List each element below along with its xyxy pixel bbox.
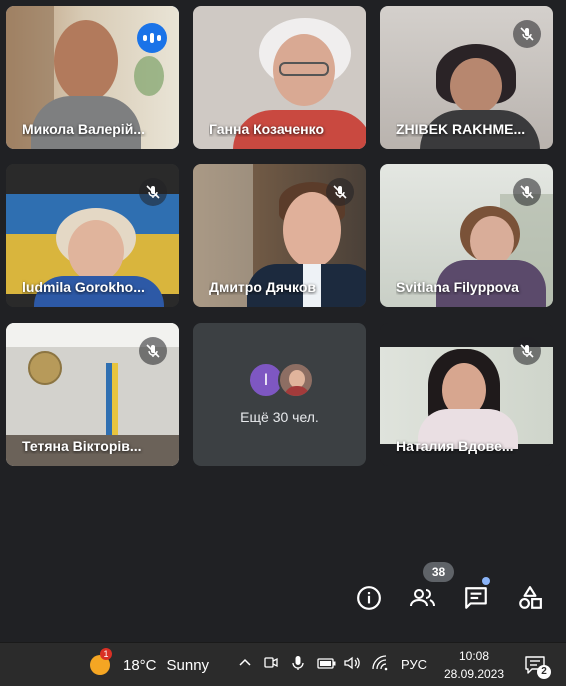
activities-icon [519,586,542,609]
chat-notification-dot [482,577,490,585]
participant-tile-5[interactable]: Дмитро Дячков [193,164,366,307]
info-icon [357,586,381,610]
participant-name: Ганна Козаченко [209,121,324,137]
mic-muted-icon [513,20,541,48]
battery-icon [317,658,336,669]
camera-icon [264,657,278,668]
avatar [278,362,314,398]
time-text: 10:08 [458,649,490,663]
weather-badge: 1 [100,648,112,660]
meeting-details-button[interactable] [351,580,387,616]
speaking-indicator-icon [137,23,167,53]
weather-sun-icon: 1 [88,648,112,677]
participant-name: Дмитро Дячков [209,279,317,295]
participant-tile-7[interactable]: Тетяна Вікторів... [6,323,179,466]
more-participants-label: Ещё 30 чел. [240,409,319,425]
microphone-icon [292,656,304,670]
clock[interactable]: 10:08 28.09.2023 [440,647,508,683]
mic-muted-icon [139,178,167,206]
chevron-up-icon [239,658,251,666]
volume-tray-button[interactable] [343,655,361,671]
speaker-icon [344,656,360,670]
mic-muted-icon [139,337,167,365]
date-text: 28.09.2023 [443,667,505,681]
network-tray-button[interactable] [371,655,389,671]
microphone-tray-button[interactable] [291,655,305,671]
chat-button[interactable] [458,580,494,616]
language-indicator[interactable]: РУС [401,657,427,672]
meeting-grid: Микола Валерій... Ганна Козаченко ZHIBEK… [0,0,566,642]
weather-widget[interactable]: 1 18°C Sunny [88,648,210,677]
notifications-button[interactable]: 2 [524,653,551,679]
participant-name: Svitlana Filyppova [396,279,519,295]
chat-icon [465,587,487,609]
participant-tile-6[interactable]: Svitlana Filyppova [380,164,553,307]
mic-muted-icon [326,178,354,206]
people-button[interactable] [405,580,441,616]
participant-name: Наталия Вдове... [396,438,514,454]
temperature-text: 18°C [123,656,157,674]
notification-count: 2 [537,665,551,679]
participant-tile-3[interactable]: ZHIBEK RAKHME... [380,6,553,149]
participant-name: ludmila Gorokho... [22,279,145,295]
people-count-badge: 38 [423,562,454,582]
camera-tray-button[interactable] [263,655,279,671]
participant-name: ZHIBEK RAKHME... [396,121,526,137]
participant-tile-1[interactable]: Микола Валерій... [6,6,179,149]
avatar-stack: I [248,362,314,398]
activities-button[interactable] [512,580,548,616]
participant-tile-8[interactable]: Наталия Вдове... [380,323,553,466]
mic-muted-icon [513,178,541,206]
participant-tile-4[interactable]: ludmila Gorokho... [6,164,179,307]
people-icon [410,589,435,607]
participant-name: Тетяна Вікторів... [22,438,142,454]
more-participants-tile[interactable]: I Ещё 30 чел. [193,323,366,466]
wifi-icon [372,655,388,671]
show-hidden-icons-button[interactable] [238,655,252,669]
battery-tray-button[interactable] [317,655,337,671]
weather-text: Sunny [166,656,210,674]
participant-tile-2[interactable]: Ганна Козаченко [193,6,366,149]
mic-muted-icon [513,337,541,365]
participant-name: Микола Валерій... [22,121,145,137]
taskbar: 1 18°C Sunny РУС 10:08 28.09.2023 2 [0,642,566,686]
